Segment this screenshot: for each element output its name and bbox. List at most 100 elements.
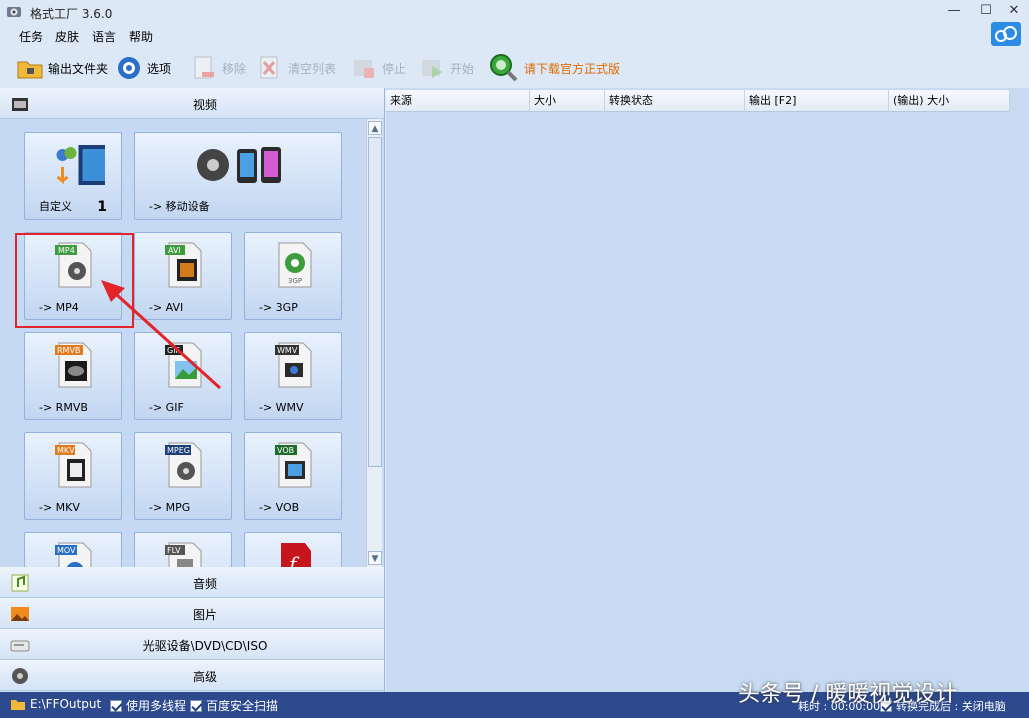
multithread-check[interactable] — [110, 699, 122, 712]
menu-skin[interactable]: 皮肤 — [55, 28, 79, 45]
output-folder-button[interactable]: 输出文件夹 — [16, 52, 108, 84]
category-audio-label: 音频 — [192, 577, 217, 591]
window-title: 格式工厂 3.6.0 — [30, 7, 113, 21]
minimize-button[interactable]: — — [940, 2, 968, 20]
tile-vob[interactable]: VOB -> VOB — [244, 432, 342, 520]
tile-swf[interactable]: f — [244, 532, 342, 567]
tile-mkv-label: -> MKV — [39, 501, 80, 514]
mkv-file-icon: MKV — [55, 442, 92, 488]
tile-custom-label: 自定义 — [39, 200, 72, 213]
category-advanced-label: 高级 — [192, 670, 217, 684]
cloud-button[interactable] — [991, 22, 1021, 46]
search-globe-icon — [490, 54, 518, 82]
column-source[interactable]: 来源 — [386, 90, 530, 112]
remove-button[interactable]: 移除 — [190, 52, 246, 84]
vob-badge-text: VOB — [277, 446, 294, 455]
mpg-file-icon: MPEG — [165, 442, 202, 488]
menu-language[interactable]: 语言 — [92, 28, 116, 45]
tile-mobile-device-label: -> 移动设备 — [149, 200, 210, 213]
rmvb-badge-text: RMVB — [57, 346, 80, 355]
3gp-badge-text: 3GP — [288, 277, 302, 285]
column-output-size[interactable]: (输出) 大小 — [889, 90, 1010, 112]
vob-file-icon: VOB — [275, 442, 312, 488]
safe-scan-checkbox[interactable]: 百度安全扫描 — [190, 697, 278, 714]
app-icon — [7, 7, 21, 17]
close-button[interactable]: ✕ — [1000, 2, 1028, 20]
clear-list-button[interactable]: 清空列表 — [256, 52, 336, 84]
category-image-label: 图片 — [192, 608, 217, 622]
tile-flv[interactable]: FLV — [134, 532, 232, 567]
tile-mobile-device[interactable]: -> 移动设备 — [134, 132, 342, 220]
watermark-text: 头条号 / 暖暖视觉设计 — [738, 682, 958, 707]
tile-3gp[interactable]: 3GP -> 3GP — [244, 232, 342, 320]
red-pointer-arrow — [101, 280, 222, 390]
multithread-checkbox[interactable]: 使用多线程 — [110, 697, 186, 714]
toolbar: 输出文件夹 选项 移除 清空列表 停止 开始 请下载官方正式版 — [0, 48, 1029, 88]
output-path[interactable]: E:\FFOutput — [10, 697, 101, 711]
output-folder-icon — [11, 700, 25, 710]
column-size[interactable]: 大小 — [530, 90, 605, 112]
3gp-file-icon: 3GP — [278, 242, 312, 288]
scroll-down-arrow-icon[interactable]: ▼ — [368, 551, 382, 565]
task-list-panel: 来源 大小 转换状态 输出 [F2] (输出) 大小 — [386, 88, 1029, 692]
category-video[interactable]: 视频 — [0, 88, 384, 119]
gear-icon — [118, 57, 140, 79]
title-bar: 格式工厂 3.6.0 — ☐ ✕ — [0, 0, 1029, 24]
menu-task[interactable]: 任务 — [19, 28, 43, 45]
stop-icon — [354, 60, 374, 78]
start-button[interactable]: 开始 — [418, 52, 474, 84]
multithread-label: 使用多线程 — [126, 699, 187, 713]
output-path-text: E:\FFOutput — [30, 697, 102, 711]
document-remove-icon — [194, 56, 214, 79]
clear-list-icon — [260, 56, 278, 79]
mpg-badge-text: MPEG — [167, 446, 190, 455]
tile-mpg[interactable]: MPEG -> MPG — [134, 432, 232, 520]
tile-wmv-label: -> WMV — [259, 401, 304, 414]
tile-custom[interactable]: 自定义 1 — [24, 132, 122, 220]
safe-scan-check[interactable] — [190, 699, 202, 712]
start-icon — [422, 60, 442, 78]
flv-file-icon: FLV — [165, 542, 202, 567]
tile-grid-scrollbar[interactable]: ▲ ▼ — [366, 119, 382, 567]
tile-3gp-label: -> 3GP — [259, 301, 298, 314]
options-button[interactable]: 选项 — [115, 52, 171, 84]
category-disc[interactable]: 光驱设备\DVD\CD\ISO — [0, 629, 384, 660]
custom-icon — [56, 145, 105, 185]
scroll-up-arrow-icon[interactable]: ▲ — [368, 121, 382, 135]
menu-help[interactable]: 帮助 — [129, 28, 153, 45]
flv-badge-text: FLV — [167, 546, 181, 555]
clear-list-label: 清空列表 — [288, 61, 337, 76]
conversion-categories-panel: 视频 自定义 1 -> 移动设备 MP4 -> MP4 AVI -> AVI 3… — [0, 88, 385, 692]
wmv-badge-text: WMV — [277, 346, 298, 355]
tile-wmv[interactable]: WMV -> WMV — [244, 332, 342, 420]
download-official-link[interactable]: 请下载官方正式版 — [488, 52, 620, 84]
mkv-badge-text: MKV — [57, 446, 75, 455]
menu-bar: 任务 皮肤 语言 帮助 — [0, 24, 1029, 46]
options-label: 选项 — [147, 61, 172, 76]
category-image[interactable]: 图片 — [0, 598, 384, 629]
scrollbar-thumb[interactable] — [368, 137, 382, 467]
download-official-label: 请下载官方正式版 — [524, 61, 621, 76]
cloud-icon — [995, 26, 1017, 42]
column-output[interactable]: 输出 [F2] — [745, 90, 889, 112]
stop-button[interactable]: 停止 — [350, 52, 406, 84]
remove-label: 移除 — [222, 61, 247, 76]
tile-mpg-label: -> MPG — [149, 501, 191, 514]
column-status[interactable]: 转换状态 — [605, 90, 745, 112]
category-video-label: 视频 — [192, 98, 217, 112]
mobile-device-icon — [197, 147, 281, 183]
category-audio[interactable]: 音频 — [0, 567, 384, 598]
category-advanced[interactable]: 高级 — [0, 660, 384, 691]
tile-mkv[interactable]: MKV -> MKV — [24, 432, 122, 520]
task-table-header: 来源 大小 转换状态 输出 [F2] (输出) 大小 — [386, 90, 1010, 112]
rmvb-file-icon: RMVB — [55, 342, 92, 388]
tile-vob-label: -> VOB — [259, 501, 300, 514]
tile-gif-label: -> GIF — [149, 401, 184, 414]
wmv-file-icon: WMV — [275, 342, 312, 388]
folder-icon — [17, 61, 43, 79]
mov-badge-text: MOV — [57, 546, 76, 555]
maximize-button[interactable]: ☐ — [972, 2, 1000, 20]
tile-mov[interactable]: MOV — [24, 532, 122, 567]
flash-file-icon: f — [281, 543, 311, 567]
avi-badge-text: AVI — [168, 246, 181, 255]
